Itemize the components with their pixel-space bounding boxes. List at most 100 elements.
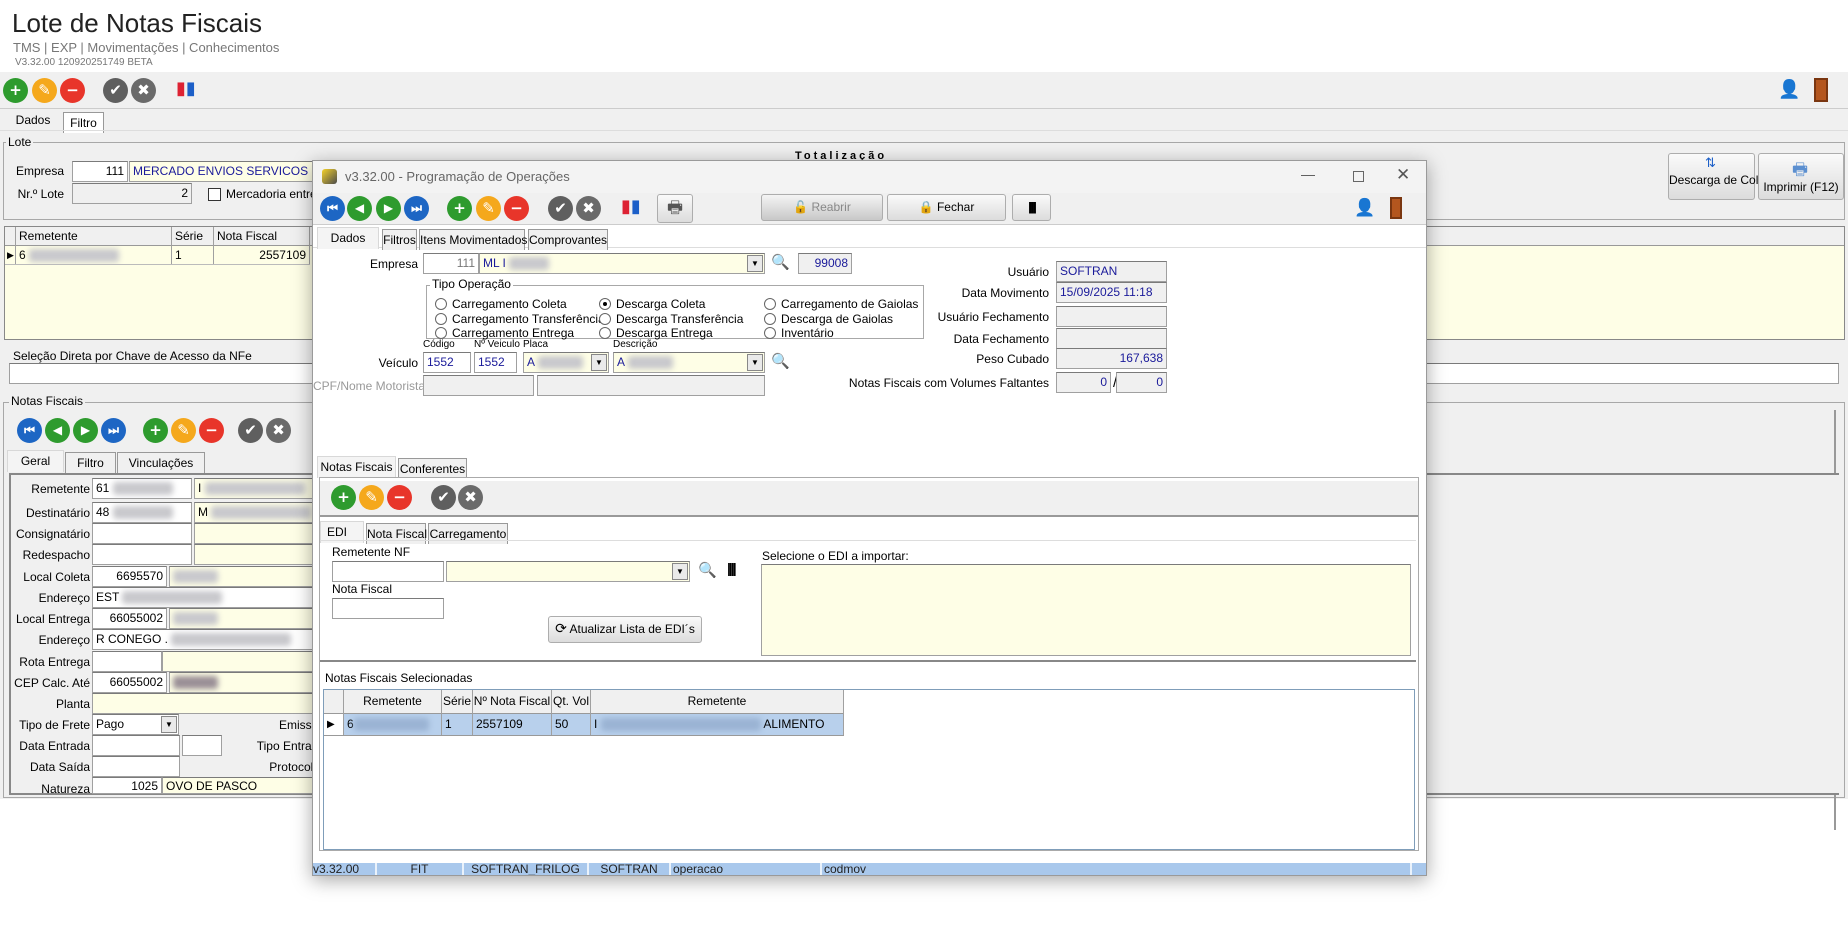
column-header-nota-fiscal[interactable]: Nota Fiscal (214, 227, 310, 246)
edit-icon[interactable]: ✎ (171, 418, 196, 443)
exit-door-icon[interactable] (1814, 78, 1828, 102)
cep-code[interactable]: 66055002 (92, 672, 167, 693)
delete-icon[interactable]: − (387, 485, 412, 510)
tab-notas-fiscais[interactable]: Notas Fiscais (317, 456, 396, 478)
search-icon[interactable]: 🔍 (771, 253, 790, 271)
title-bar[interactable]: v3.32.00 - Programação de Operações — ✕ (313, 161, 1426, 193)
radio-button[interactable] (599, 298, 611, 310)
add-icon[interactable]: + (331, 485, 356, 510)
edit-icon[interactable]: ✎ (359, 485, 384, 510)
tab-comprovantes[interactable]: Comprovantes (528, 229, 608, 250)
chevron-down-icon[interactable]: ▼ (747, 255, 763, 272)
tab-itens-movimentados[interactable]: Itens Movimentados (419, 229, 527, 250)
descricao-select[interactable]: A ▼ (613, 352, 765, 373)
previous-icon[interactable]: ◀ (347, 196, 372, 221)
close-button[interactable]: ✕ (1396, 165, 1410, 185)
confirm-icon[interactable]: ✔ (431, 485, 456, 510)
chevron-down-icon[interactable]: ▼ (161, 716, 177, 733)
empresa-select[interactable]: ML I ▼ (479, 253, 765, 274)
empresa-code-input[interactable]: 111 (72, 161, 128, 182)
natureza-code[interactable]: 1025 (92, 777, 162, 794)
chart-settings-icon[interactable]: ▮▮ (621, 196, 641, 217)
last-icon[interactable]: ⏭ (101, 418, 126, 443)
hora-entrada-input[interactable] (182, 735, 222, 756)
column-header-remetente[interactable]: Remetente (16, 227, 172, 246)
chevron-down-icon[interactable]: ▼ (591, 354, 607, 371)
maximize-button[interactable] (1353, 171, 1364, 182)
endereco-coleta[interactable]: EST (96, 590, 119, 604)
cancel-icon[interactable]: ✖ (266, 418, 291, 443)
rota-entrega-name[interactable] (162, 651, 322, 672)
previous-icon[interactable]: ◀ (45, 418, 70, 443)
column-header-serie[interactable]: Série (442, 690, 473, 714)
notas-selecionadas-grid[interactable]: Remetente Série Nº Nota Fiscal Qt. Vol R… (323, 689, 1415, 850)
tab-filtro-nf[interactable]: Filtro (65, 452, 116, 473)
edit-icon[interactable]: ✎ (476, 196, 501, 221)
chevron-down-icon[interactable]: ▼ (672, 563, 688, 580)
next-icon[interactable]: ▶ (376, 196, 401, 221)
nveiculo-input[interactable]: 1552 (474, 352, 517, 373)
cpf-input[interactable] (423, 375, 534, 396)
confirm-icon[interactable]: ✔ (103, 78, 128, 103)
planta-input[interactable] (92, 693, 322, 714)
radio-button[interactable] (764, 327, 776, 339)
tab-dados[interactable]: Dados (317, 227, 379, 249)
imprimir-button[interactable]: 🖶 Imprimir (F12) (1758, 153, 1844, 200)
next-icon[interactable]: ▶ (73, 418, 98, 443)
delete-icon[interactable]: − (60, 78, 85, 103)
endereco-entrega[interactable]: R CONEGO . (96, 632, 168, 646)
radio-button[interactable] (764, 298, 776, 310)
radio-button[interactable] (435, 298, 447, 310)
remetente-code[interactable]: 61 (96, 481, 109, 495)
radio-button[interactable] (435, 327, 447, 339)
natureza-name[interactable]: OVO DE PASCO (162, 777, 322, 794)
data-entrada-input[interactable] (92, 735, 180, 756)
remetente-name[interactable]: I (198, 481, 201, 495)
tipo-frete-select[interactable]: Pago ▼ (92, 714, 179, 735)
reabrir-button[interactable]: 🔓 Reabrir (761, 194, 883, 221)
tab-geral[interactable]: Geral (7, 450, 64, 472)
radio-button[interactable] (599, 327, 611, 339)
data-saida-input[interactable] (92, 756, 180, 777)
barcode-button[interactable]: ||||| (1012, 194, 1051, 221)
destinatario-code[interactable]: 48 (96, 505, 109, 519)
local-coleta-code[interactable]: 6695570 (92, 566, 167, 587)
destinatario-name[interactable]: M (198, 505, 208, 519)
descarga-coleta-button[interactable]: ⇅ Descarga de Coleta (F11) (1668, 153, 1806, 200)
mercadoria-checkbox[interactable] (208, 188, 221, 201)
exit-door-icon[interactable] (1390, 197, 1402, 219)
search-icon[interactable]: 🔍 (698, 561, 717, 579)
cancel-icon[interactable]: ✖ (576, 196, 601, 221)
radio-button[interactable] (435, 313, 447, 325)
table-row[interactable]: ▶ 6 1 2557109 50 I ALIMENTO (324, 714, 844, 736)
rota-entrega-code[interactable] (92, 651, 162, 672)
edit-icon[interactable]: ✎ (32, 78, 57, 103)
delete-icon[interactable]: − (504, 196, 529, 221)
minimize-button[interactable]: — (1301, 166, 1315, 182)
consignatario-code[interactable] (92, 523, 192, 544)
table-row[interactable]: ▶ 6 1 2557109 (5, 246, 310, 265)
tab-vinculacoes[interactable]: Vinculações (117, 452, 205, 473)
tab-filtros[interactable]: Filtros (382, 229, 417, 250)
codigo-input[interactable]: 1552 (423, 352, 471, 373)
column-header-remetente-nome[interactable]: Remetente (591, 690, 844, 714)
redespacho-name[interactable] (194, 544, 324, 565)
search-icon[interactable]: 🔍 (771, 352, 790, 370)
redespacho-code[interactable] (92, 544, 192, 565)
first-icon[interactable]: ⏮ (17, 418, 42, 443)
confirm-icon[interactable]: ✔ (548, 196, 573, 221)
radio-button[interactable] (764, 313, 776, 325)
cancel-icon[interactable]: ✖ (458, 485, 483, 510)
empresa-code-input[interactable]: 111 (423, 253, 479, 274)
atualizar-edis-button[interactable]: ⟳ Atualizar Lista de EDI´s (548, 616, 702, 643)
barcode-icon[interactable]: |||| (727, 560, 737, 576)
tab-dados[interactable]: Dados (4, 110, 62, 132)
remetente-nf-select[interactable]: ▼ (446, 561, 690, 582)
edi-list[interactable] (761, 564, 1411, 656)
last-icon[interactable]: ⏭ (404, 196, 429, 221)
radio-button[interactable] (599, 313, 611, 325)
delete-icon[interactable]: − (199, 418, 224, 443)
user-shield-icon[interactable]: 👤 (1778, 79, 1800, 100)
first-icon[interactable]: ⏮ (320, 196, 345, 221)
nota-fiscal-input[interactable] (332, 598, 444, 619)
